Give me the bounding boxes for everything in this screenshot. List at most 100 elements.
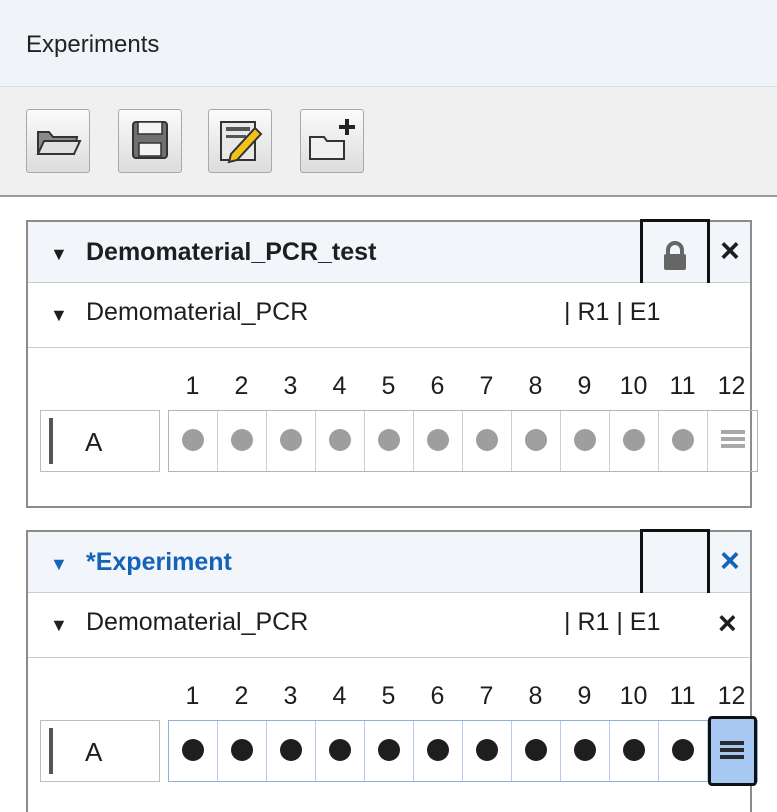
well[interactable]: [218, 721, 267, 781]
well-dot-icon: [525, 739, 547, 761]
well-dot-icon: [182, 429, 204, 451]
column-header: 4: [332, 372, 347, 400]
well[interactable]: [708, 716, 757, 786]
well[interactable]: [463, 411, 512, 471]
open-folder-button[interactable]: [26, 109, 90, 173]
well[interactable]: [463, 721, 512, 781]
column-header: 4: [332, 682, 347, 710]
well[interactable]: [169, 721, 218, 781]
well[interactable]: [659, 411, 708, 471]
folder-plus-icon: [309, 119, 355, 160]
lock-toggle[interactable]: [640, 529, 710, 603]
well-dot-icon: [525, 429, 547, 451]
pencil-edit-icon: [220, 121, 263, 164]
plate-row-label[interactable]: A: [40, 720, 160, 782]
close-experiment-button[interactable]: ×: [720, 544, 740, 578]
column-header: 6: [430, 682, 445, 710]
plate-row-label[interactable]: A: [40, 410, 160, 472]
well[interactable]: [218, 411, 267, 471]
well[interactable]: [316, 411, 365, 471]
well-dot-icon: [672, 429, 694, 451]
column-header: 1: [185, 372, 200, 400]
column-header: 8: [528, 682, 543, 710]
lock-icon: [664, 241, 686, 270]
well[interactable]: [365, 411, 414, 471]
column-header: 6: [430, 372, 445, 400]
column-header: 11: [669, 372, 696, 400]
well[interactable]: [659, 721, 708, 781]
experiment-name: *Experiment: [86, 548, 232, 576]
material-row[interactable]: ▼ Demomaterial_PCR | R1 | E1 ×: [28, 593, 750, 658]
well-dot-icon: [623, 429, 645, 451]
well-dot-icon: [280, 739, 302, 761]
column-header: 3: [283, 372, 298, 400]
well-dot-icon: [574, 429, 596, 451]
plate-row: [168, 716, 758, 786]
material-tags: | R1 | E1: [564, 608, 661, 636]
row-indicator: [49, 418, 53, 464]
well[interactable]: [610, 721, 659, 781]
well[interactable]: [561, 721, 610, 781]
well[interactable]: [365, 721, 414, 781]
column-header: 2: [234, 372, 249, 400]
material-name: Demomaterial_PCR: [86, 608, 309, 636]
row-indicator: [49, 728, 53, 774]
well-dot-icon: [672, 739, 694, 761]
column-header: 2: [234, 682, 249, 710]
well[interactable]: [512, 721, 561, 781]
column-header: 7: [479, 372, 494, 400]
well-dot-icon: [476, 429, 498, 451]
experiment-panel: ▼ Demomaterial_PCR_test × ▼ Demomaterial…: [26, 219, 758, 508]
row-letter: A: [85, 737, 103, 767]
close-experiment-button[interactable]: ×: [720, 234, 740, 268]
edit-button[interactable]: [208, 109, 272, 173]
column-header: 9: [577, 682, 592, 710]
material-name: Demomaterial_PCR: [86, 298, 309, 326]
open-folder-icon: [36, 131, 82, 155]
well[interactable]: [267, 411, 316, 471]
material-tags: | R1 | E1: [564, 298, 661, 326]
well-dot-icon: [427, 429, 449, 451]
page-title: Experiments: [26, 31, 160, 58]
column-header: 1: [185, 682, 200, 710]
column-header: 5: [381, 682, 396, 710]
well[interactable]: [512, 411, 561, 471]
close-material-button[interactable]: ×: [718, 605, 737, 642]
collapse-triangle-icon[interactable]: ▼: [50, 305, 68, 326]
column-header: 11: [669, 682, 696, 710]
well-dot-icon: [182, 739, 204, 761]
stacked-lines-icon: [721, 430, 745, 451]
column-header: 10: [619, 372, 648, 400]
well[interactable]: [708, 411, 757, 471]
collapse-triangle-icon[interactable]: ▼: [50, 244, 68, 265]
lock-toggle[interactable]: [640, 219, 710, 293]
column-header: 8: [528, 372, 543, 400]
column-header: 12: [717, 682, 746, 710]
collapse-triangle-icon[interactable]: ▼: [50, 615, 68, 636]
well-dot-icon: [378, 739, 400, 761]
material-row[interactable]: ▼ Demomaterial_PCR | R1 | E1: [28, 283, 750, 348]
well[interactable]: [610, 411, 659, 471]
column-header: 9: [577, 372, 592, 400]
new-folder-button[interactable]: [300, 109, 364, 173]
experiment-name: Demomaterial_PCR_test: [86, 238, 377, 266]
experiments-header: Experiments: [0, 0, 777, 87]
save-button[interactable]: [118, 109, 182, 173]
experiment-header[interactable]: ▼ Demomaterial_PCR_test ×: [28, 219, 750, 293]
column-header: 12: [717, 372, 746, 400]
well[interactable]: [561, 411, 610, 471]
well-dot-icon: [231, 739, 253, 761]
collapse-triangle-icon[interactable]: ▼: [50, 554, 68, 575]
well-dot-icon: [574, 739, 596, 761]
well[interactable]: [414, 411, 463, 471]
column-header: 3: [283, 682, 298, 710]
toolbar: [0, 87, 777, 197]
column-header: 10: [619, 682, 648, 710]
well[interactable]: [316, 721, 365, 781]
well[interactable]: [267, 721, 316, 781]
well-dot-icon: [476, 739, 498, 761]
well[interactable]: [414, 721, 463, 781]
experiment-header[interactable]: ▼ *Experiment ×: [28, 529, 750, 603]
column-header: 7: [479, 682, 494, 710]
well[interactable]: [169, 411, 218, 471]
